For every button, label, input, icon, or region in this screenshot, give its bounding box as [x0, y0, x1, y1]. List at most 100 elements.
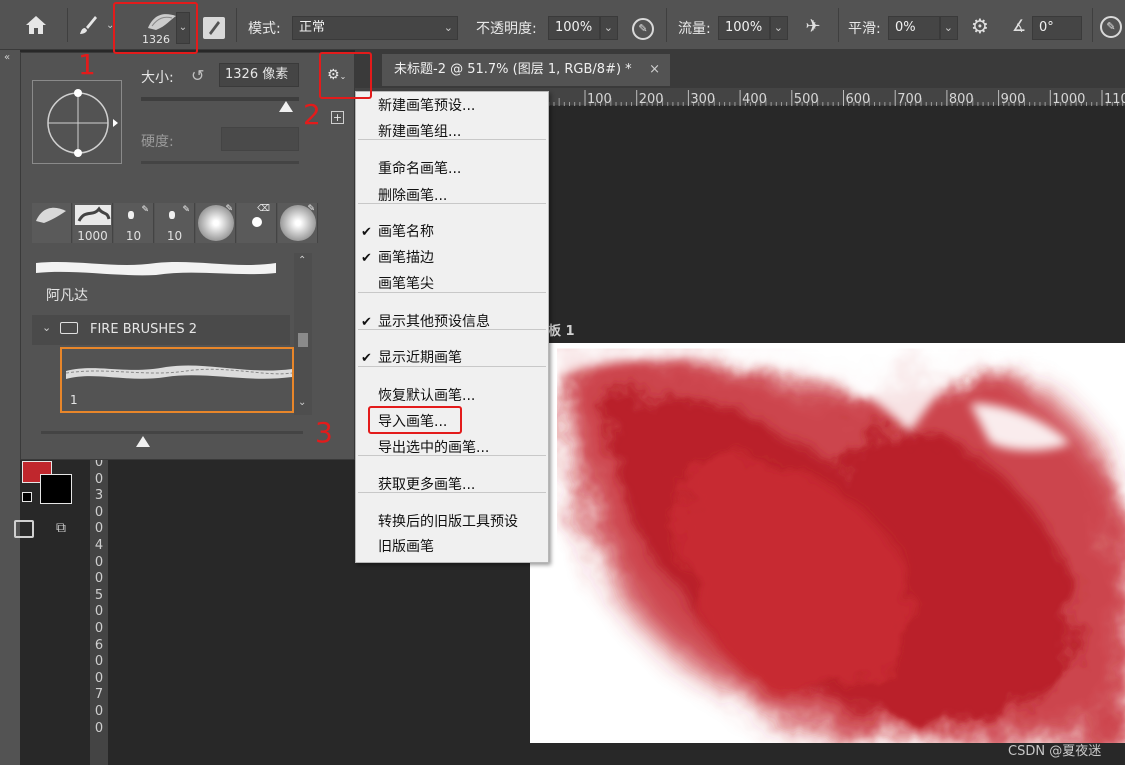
menu-item[interactable]: ✔ 画笔描边	[356, 246, 548, 271]
menu-separator	[358, 492, 546, 493]
ruler-digit: 0	[94, 670, 104, 686]
flow-value: 100%	[725, 20, 763, 35]
ruler-tick-label: 600	[846, 92, 871, 106]
quick-mask-icon[interactable]	[14, 520, 34, 538]
chevron-down-icon[interactable]: ⌄	[42, 321, 51, 334]
brush-list-scrollbar[interactable]: ⌃ ⌄	[294, 253, 312, 415]
opacity-dropdown[interactable]: ⌄	[600, 16, 618, 40]
menu-item[interactable]: ✔ 画笔名称	[356, 220, 548, 245]
highlight-brush-picker	[113, 2, 198, 54]
thumb-label: 10	[125, 229, 142, 243]
gear-icon[interactable]: ⚙	[968, 14, 992, 40]
angle-value: 0°	[1039, 20, 1054, 35]
menu-item-label: 新建画笔预设...	[378, 98, 476, 114]
recent-brush-thumb[interactable]: ✎ 10	[114, 203, 154, 243]
menu-item[interactable]: ✔ 显示其他预设信息	[356, 310, 548, 335]
smoothing-field[interactable]: 0%	[888, 16, 940, 40]
annotation-number: 1	[78, 48, 96, 81]
chevron-down-icon: ⌄	[773, 21, 783, 34]
menu-item-label: 导出选中的画笔...	[378, 440, 490, 456]
brush-name[interactable]: 阿凡达	[46, 285, 88, 305]
brush-list[interactable]: 阿凡达 ⌄ FIRE BRUSHES 2 1	[32, 253, 294, 415]
menu-item[interactable]: 导出选中的画笔...	[356, 436, 548, 461]
brush-tip-preview[interactable]	[32, 80, 122, 164]
thumbnail-size-slider-handle[interactable]	[136, 436, 150, 447]
menu-item[interactable]: 获取更多画笔...	[356, 473, 548, 498]
menu-separator	[358, 292, 546, 293]
brush-tool-icon[interactable]	[76, 14, 100, 38]
reset-size-icon[interactable]: ↺	[191, 66, 204, 85]
opacity-field[interactable]: 100%	[548, 16, 600, 40]
recent-brush-thumb[interactable]: 1000	[73, 203, 113, 243]
menu-item[interactable]: 画笔笔尖	[356, 272, 548, 297]
close-icon[interactable]: ×	[649, 54, 660, 86]
menu-item[interactable]: 重命名画笔...	[356, 157, 548, 182]
recent-brush-thumb[interactable]: ✎	[196, 203, 236, 243]
brush-group-name: FIRE BRUSHES 2	[90, 322, 198, 337]
mode-value: 正常	[299, 20, 326, 35]
ruler-tick-label: 500	[794, 92, 819, 106]
size-input[interactable]: 1326 像素	[219, 63, 299, 87]
ruler-tick-label: 1000	[1052, 92, 1085, 106]
ruler-digit: 6	[94, 637, 104, 653]
recent-brush-thumb[interactable]: ✎	[278, 203, 318, 243]
ruler-digit: 4	[94, 537, 104, 553]
size-slider-track[interactable]	[141, 97, 299, 101]
ruler-tick-label: 700	[897, 92, 922, 106]
ruler-digit: 0	[94, 571, 104, 587]
menu-item[interactable]: ✔ 显示近期画笔	[356, 346, 548, 371]
menu-separator	[358, 329, 546, 330]
menu-item[interactable]: 新建画笔组...	[356, 120, 548, 145]
flow-dropdown[interactable]: ⌄	[770, 16, 788, 40]
flow-field[interactable]: 100%	[718, 16, 770, 40]
chevron-down-icon[interactable]: ⌄	[298, 397, 306, 408]
menu-item[interactable]: 旧版画笔	[356, 535, 548, 560]
angle-field[interactable]: 0°	[1032, 16, 1082, 40]
new-brush-icon[interactable]: +	[331, 111, 344, 124]
hardness-input	[221, 127, 299, 151]
highlight-gear-button	[319, 52, 372, 99]
collapse-icon[interactable]: «	[4, 52, 10, 63]
size-label: 大小:	[141, 70, 174, 86]
airbrush-icon[interactable]: ✈	[800, 16, 826, 40]
menu-item-label: 显示其他预设信息	[378, 314, 490, 330]
brush-settings-panel-icon[interactable]	[203, 17, 225, 39]
size-slider-handle[interactable]	[279, 101, 293, 112]
recent-brush-thumb[interactable]: ⌫	[237, 203, 277, 243]
vertical-ruler: 00300400500600700	[90, 455, 108, 765]
recent-brush-thumb[interactable]: ✎ 10	[155, 203, 195, 243]
menu-item[interactable]: 转换后的旧版工具预设	[356, 510, 548, 535]
home-icon[interactable]	[22, 14, 50, 38]
ruler-tick-label: 800	[949, 92, 974, 106]
ruler-tick-label: 200	[639, 92, 664, 106]
ruler-tick-label: 400	[742, 92, 767, 106]
ruler-tick-label: 100	[587, 92, 612, 106]
checkmark-icon: ✔	[361, 251, 372, 266]
pressure-size-icon[interactable]: ✎	[1100, 16, 1122, 38]
brush-group-row[interactable]: ⌄ FIRE BRUSHES 2	[32, 315, 290, 345]
smoothing-dropdown[interactable]: ⌄	[940, 16, 958, 40]
menu-item[interactable]: 新建画笔预设...	[356, 94, 548, 119]
background-color-swatch[interactable]	[40, 474, 72, 504]
artboard-label: 板 1	[548, 324, 575, 339]
default-colors-icon[interactable]	[22, 492, 32, 502]
hardness-label: 硬度:	[141, 134, 174, 150]
document-tab[interactable]: 未标题-2 @ 51.7% (图层 1, RGB/8#) * ×	[382, 54, 670, 86]
opacity-label: 不透明度:	[476, 21, 537, 37]
menu-item[interactable]: 删除画笔...	[356, 184, 548, 209]
flow-label: 流量:	[678, 21, 711, 37]
menu-item-label: 重命名画笔...	[378, 161, 462, 177]
selected-brush-item[interactable]: 1	[60, 347, 294, 413]
chevron-up-icon[interactable]: ⌃	[298, 255, 306, 266]
mode-select[interactable]: 正常 ⌄	[292, 16, 458, 40]
menu-item-label: 显示近期画笔	[378, 350, 462, 366]
thumbnail-size-slider-track[interactable]	[41, 431, 303, 434]
recent-brush-thumb[interactable]: 1326	[32, 203, 105, 243]
artboard-canvas[interactable]	[530, 343, 1125, 743]
ruler-digit: 0	[94, 471, 104, 487]
ruler-digit: 0	[94, 504, 104, 520]
pressure-opacity-icon[interactable]: ✎	[632, 18, 654, 40]
scrollbar-thumb[interactable]	[298, 333, 308, 347]
screen-mode-icon[interactable]: ⧉	[56, 520, 78, 538]
ruler-digit: 3	[94, 488, 104, 504]
